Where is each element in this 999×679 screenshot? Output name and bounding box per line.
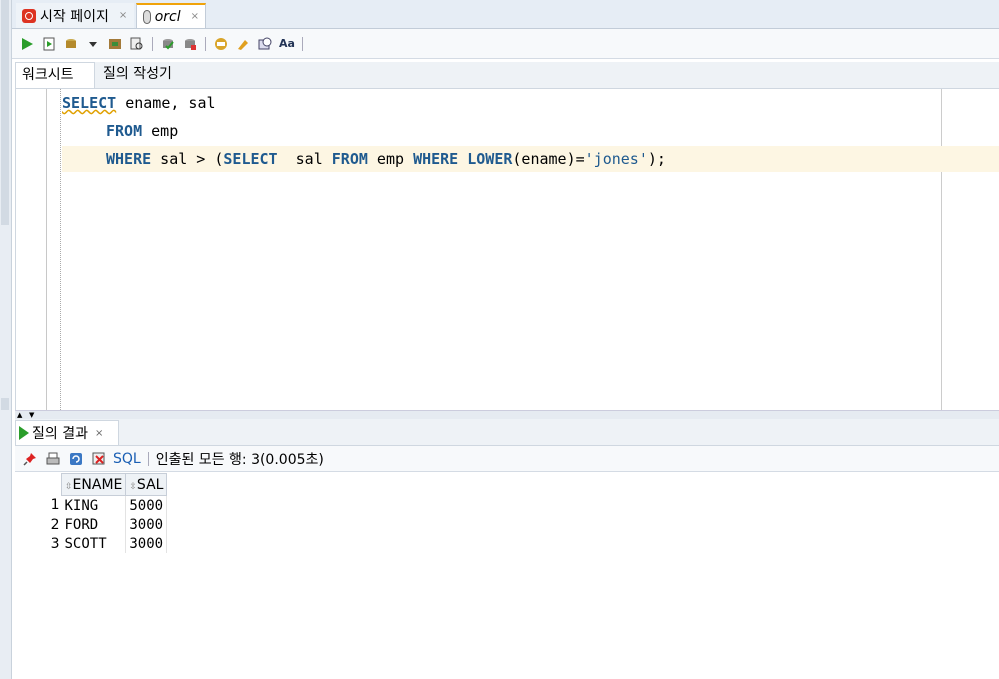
keyword: SELECT (62, 94, 117, 112)
left-panel-strip (0, 0, 12, 679)
print-icon[interactable] (44, 450, 62, 468)
worksheet-subtabs: 워크시트 질의 작성기 (15, 62, 999, 89)
keyword: FROM (331, 150, 368, 168)
grid-header-row: ⇳ENAME ⇳SAL (15, 473, 168, 496)
column-header-ename[interactable]: ⇳ENAME (60, 473, 127, 496)
cell-ename[interactable]: SCOTT (61, 534, 127, 553)
row-number: 3 (50, 535, 60, 552)
toolbar-separator (152, 36, 153, 51)
code-text: emp (142, 122, 179, 140)
keyword: LOWER (467, 150, 513, 168)
cell-sal[interactable]: 3000 (125, 534, 168, 553)
line-gutter (16, 89, 47, 410)
result-toolbar: SQL 인출된 모든 행: 3(0.005초) (15, 446, 999, 472)
cell-ename[interactable]: FORD (61, 515, 127, 534)
sql-editor[interactable]: SELECT ename, sal FROM emp WHERE sal > (… (15, 89, 999, 410)
sql-tuning-icon[interactable] (212, 35, 230, 53)
toolbar-separator (302, 36, 303, 51)
run-script-icon[interactable] (40, 35, 58, 53)
pin-icon[interactable] (21, 450, 39, 468)
table-row[interactable]: 3 SCOTT 3000 (15, 534, 168, 553)
autotrace-icon[interactable] (106, 35, 124, 53)
right-margin-line (941, 89, 942, 410)
oracle-logo-icon (22, 8, 36, 23)
fetch-status-text: 인출된 모든 행: 3(0.005초) (155, 451, 324, 468)
tab-start-page[interactable]: 시작 페이지 × (16, 3, 134, 28)
collapse-down-icon[interactable]: ▼ (29, 412, 34, 419)
tab-query-builder[interactable]: 질의 작성기 (97, 62, 178, 88)
table-row[interactable]: 1 KING 5000 (15, 495, 168, 515)
result-tab-bar: 질의 결과 × (15, 419, 999, 446)
close-icon[interactable]: × (95, 428, 103, 439)
tab-start-page-label: 시작 페이지 (40, 8, 109, 25)
tab-query-result[interactable]: 질의 결과 × (15, 420, 119, 445)
dropdown-arrow-icon[interactable] (84, 35, 102, 53)
close-icon[interactable]: × (119, 10, 127, 21)
code-text: ); (647, 150, 666, 168)
sql-button[interactable]: SQL (113, 451, 141, 467)
sql-worksheet-icon (143, 9, 151, 24)
column-label: ENAME (72, 476, 123, 493)
row-number: 2 (50, 516, 60, 533)
code-text: sal (277, 150, 332, 168)
keyword: WHERE (106, 150, 152, 168)
tab-query-result-label: 질의 결과 (32, 426, 88, 442)
code-text: ename, sal (116, 94, 216, 112)
row-number-header (15, 473, 62, 496)
commit-transaction-icon[interactable] (159, 35, 177, 53)
cell-ename[interactable]: KING (61, 495, 127, 515)
cell-sal[interactable]: 5000 (125, 495, 168, 515)
clear-icon[interactable] (234, 35, 252, 53)
tab-orcl[interactable]: orcl × (136, 3, 206, 28)
column-label: SAL (136, 476, 164, 493)
code-line-3: WHERE sal > (SELECT sal FROM emp WHERE L… (106, 150, 666, 168)
close-icon[interactable]: × (191, 11, 199, 22)
result-grid: ⇳ENAME ⇳SAL 1 KING 5000 2 FORD 3000 3 SC… (15, 473, 999, 679)
rollback-icon[interactable] (181, 35, 199, 53)
keyword: SELECT (223, 150, 278, 168)
code-text: emp (367, 150, 414, 168)
keyword: WHERE (413, 150, 459, 168)
query-result-icon (19, 426, 29, 440)
row-number: 1 (50, 497, 60, 514)
column-header-sal[interactable]: ⇳SAL (125, 473, 168, 496)
string-literal: 'jones' (584, 150, 648, 168)
fold-guide (60, 89, 61, 410)
left-scroll-thumb[interactable] (1, 0, 9, 225)
table-row[interactable]: 2 FORD 3000 (15, 515, 168, 534)
run-statement-icon[interactable] (18, 35, 36, 53)
tab-worksheet[interactable]: 워크시트 (15, 62, 95, 88)
worksheet-toolbar: Aa (12, 29, 999, 59)
refresh-icon[interactable] (67, 450, 85, 468)
toolbar-separator (205, 36, 206, 51)
left-scroll-knob[interactable] (1, 398, 9, 410)
keyword: FROM (106, 122, 143, 140)
code-text: (ename)= (512, 150, 585, 168)
format-case-icon[interactable]: Aa (278, 35, 296, 53)
code-line-2: FROM emp (106, 122, 178, 140)
sort-icon: ⇳ (129, 481, 137, 492)
document-tab-bar: 시작 페이지 × orcl × (12, 0, 999, 29)
cancel-fetch-icon[interactable] (90, 450, 108, 468)
code-text: sal > ( (151, 150, 224, 168)
cell-sal[interactable]: 3000 (125, 515, 168, 534)
code-line-1: SELECT ename, sal (62, 94, 216, 112)
sort-icon: ⇳ (65, 481, 73, 492)
history-icon[interactable] (256, 35, 274, 53)
toolbar-separator (147, 451, 149, 466)
tab-orcl-label: orcl (154, 8, 181, 25)
collapse-up-icon[interactable]: ▲ (17, 412, 22, 419)
commit-icon[interactable] (62, 35, 80, 53)
explain-plan-icon[interactable] (128, 35, 146, 53)
